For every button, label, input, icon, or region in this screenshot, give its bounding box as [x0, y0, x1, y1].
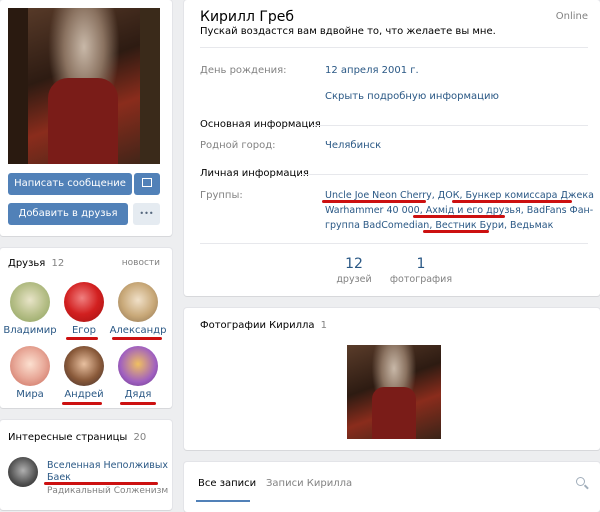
- divider: [312, 125, 588, 126]
- send-message-label: Написать сообщение: [14, 178, 126, 189]
- interesting-pages-card: Интересные страницы 20 Вселенная Неполжи…: [0, 420, 172, 510]
- highlight-underline: [322, 200, 426, 203]
- highlight-underline: [112, 337, 162, 340]
- status-text[interactable]: Пускай воздастся вам вдвойне то, что жел…: [200, 26, 496, 37]
- photo-thumbnail[interactable]: [347, 345, 441, 439]
- more-actions-button[interactable]: •••: [133, 203, 160, 225]
- photos-count: 1: [320, 320, 328, 331]
- highlight-underline: [44, 482, 158, 485]
- search-icon[interactable]: [576, 477, 589, 490]
- counter-photos-label: фотография: [389, 274, 453, 285]
- birthday-label: День рождения:: [200, 65, 287, 76]
- friends-header[interactable]: Друзья 12: [8, 258, 64, 269]
- highlight-underline: [62, 402, 102, 405]
- friends-news-link[interactable]: новости: [122, 258, 160, 268]
- hometown-label: Родной город:: [200, 140, 276, 151]
- group-link[interactable]: группа BadComedian: [325, 220, 429, 231]
- tab-own-posts[interactable]: Записи Кирилла: [266, 478, 352, 489]
- photos-header[interactable]: Фотографии Кирилла 1: [200, 320, 327, 331]
- photos-card: Фотографии Кирилла 1: [184, 308, 600, 450]
- friends-card: Друзья 12 новости Владимир Егор Александ…: [0, 248, 172, 408]
- add-friend-label: Добавить в друзья: [18, 208, 118, 219]
- highlight-underline: [120, 402, 156, 405]
- counter-friends-number: 12: [345, 256, 363, 272]
- group-link[interactable]: Warhammer 40 000: [325, 205, 420, 216]
- friend-avatar-andrey[interactable]: [64, 346, 104, 386]
- friends-title: Друзья: [8, 258, 46, 269]
- divider: [200, 243, 588, 244]
- main-info-title: Основная информация: [200, 119, 321, 130]
- friend-avatar-dyadya[interactable]: [118, 346, 158, 386]
- send-message-button[interactable]: Написать сообщение: [8, 173, 132, 195]
- tab-active-indicator: [196, 500, 250, 502]
- friend-avatar-egor[interactable]: [64, 282, 104, 322]
- interesting-title: Интересные страницы: [8, 432, 128, 443]
- friend-avatar-alexandr[interactable]: [118, 282, 158, 322]
- friend-name-vladimir[interactable]: Владимир: [0, 325, 60, 336]
- friend-name-egor[interactable]: Егор: [54, 325, 114, 336]
- friend-name-andrey[interactable]: Андрей: [54, 389, 114, 400]
- page-subtitle: Радикальный Солженизм: [47, 486, 169, 496]
- birthday-value[interactable]: 12 апреля 2001 г.: [325, 65, 419, 76]
- avatar-card: Написать сообщение Добавить в друзья •••: [0, 0, 172, 236]
- interesting-count: 20: [133, 432, 147, 443]
- highlight-underline: [66, 337, 98, 340]
- divider: [200, 47, 588, 48]
- counter-friends[interactable]: 12 друзей: [324, 256, 384, 285]
- gift-button[interactable]: [134, 173, 160, 195]
- highlight-underline: [413, 215, 505, 218]
- hide-details-link[interactable]: Скрыть подробную информацию: [325, 91, 499, 102]
- gift-icon: [142, 178, 152, 187]
- add-friend-button[interactable]: Добавить в друзья: [8, 203, 128, 225]
- counter-photos-number: 1: [416, 256, 426, 272]
- highlight-underline: [452, 200, 572, 203]
- hometown-value[interactable]: Челябинск: [325, 140, 381, 151]
- interesting-header[interactable]: Интересные страницы 20: [8, 432, 146, 443]
- counter-friends-label: друзей: [336, 274, 372, 285]
- groups-label: Группы:: [200, 190, 243, 201]
- friend-name-mira[interactable]: Мира: [0, 389, 60, 400]
- tab-all-posts[interactable]: Все записи: [198, 478, 256, 489]
- personal-info-title: Личная информация: [200, 168, 309, 179]
- friends-count: 12: [51, 258, 65, 269]
- friend-name-alexandr[interactable]: Александр: [108, 325, 168, 336]
- online-status: Online: [555, 11, 588, 22]
- photos-title: Фотографии Кирилла: [200, 320, 315, 331]
- highlight-underline: [423, 230, 489, 233]
- page-avatar[interactable]: [8, 457, 38, 487]
- page-name-line1[interactable]: Вселенная Неполживых: [47, 460, 168, 471]
- friend-avatar-mira[interactable]: [10, 346, 50, 386]
- friend-name-dyadya[interactable]: Дядя: [108, 389, 168, 400]
- counter-photos[interactable]: 1 фотография: [386, 256, 456, 285]
- group-link[interactable]: Ведьмак: [510, 220, 553, 231]
- group-link[interactable]: BadFans Фан-: [527, 205, 593, 216]
- divider: [301, 174, 588, 175]
- more-dots-icon: •••: [139, 209, 154, 218]
- profile-name: Кирилл Греб: [200, 9, 295, 25]
- profile-photo[interactable]: [8, 8, 160, 164]
- friend-avatar-vladimir[interactable]: [10, 282, 50, 322]
